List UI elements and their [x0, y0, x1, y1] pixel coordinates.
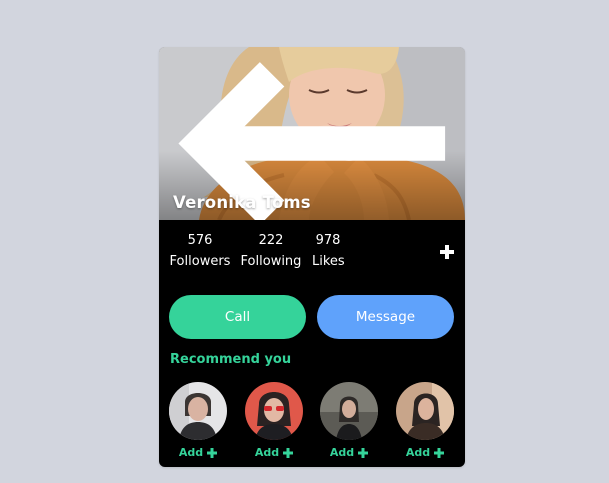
- add-label: Add: [178, 446, 204, 459]
- avatar[interactable]: [396, 382, 454, 440]
- profile-stats: 576 Followers 222 Following 978 Likes: [159, 233, 465, 277]
- add-button[interactable]: Add: [178, 446, 218, 459]
- recommendation-item: Add: [320, 382, 378, 460]
- avatar-image: [245, 382, 303, 440]
- plus-icon: [283, 447, 294, 458]
- avatar[interactable]: [169, 382, 227, 440]
- following-label: Following: [240, 254, 302, 269]
- avatar[interactable]: [245, 382, 303, 440]
- avatar-image: [396, 382, 454, 440]
- plus-icon: [358, 447, 369, 458]
- stat-likes[interactable]: 978 Likes: [312, 233, 345, 270]
- followers-count: 576: [187, 233, 213, 248]
- back-button[interactable]: [171, 57, 446, 220]
- profile-name: Veronika Toms: [173, 193, 311, 212]
- stat-followers[interactable]: 576 Followers: [169, 233, 231, 270]
- stat-following[interactable]: 222 Following: [240, 233, 302, 270]
- avatar[interactable]: [320, 382, 378, 440]
- followers-label: Followers: [169, 254, 231, 269]
- add-label: Add: [329, 446, 355, 459]
- add-button[interactable]: Add: [405, 446, 445, 459]
- likes-label: Likes: [312, 254, 345, 269]
- recommendation-item: Add: [169, 382, 227, 460]
- plus-icon: [207, 447, 218, 458]
- add-label: Add: [405, 446, 431, 459]
- following-count: 222: [258, 233, 284, 248]
- message-button[interactable]: Message: [317, 295, 454, 339]
- add-button[interactable]: Add: [329, 446, 369, 459]
- add-label: Add: [254, 446, 280, 459]
- avatar-image: [320, 382, 378, 440]
- call-button[interactable]: Call: [169, 295, 306, 339]
- recommendation-item: Add: [396, 382, 454, 460]
- follow-plus-button[interactable]: [440, 244, 454, 259]
- recommendation-list: Add Add Add Add: [159, 382, 465, 462]
- plus-icon: [434, 447, 445, 458]
- add-button[interactable]: Add: [254, 446, 294, 459]
- plus-icon: [440, 245, 454, 259]
- recommend-title: Recommend you: [170, 352, 292, 367]
- recommendation-item: Add: [245, 382, 303, 460]
- profile-card: Veronika Toms 576 Followers 222 Followin…: [159, 47, 465, 467]
- profile-cover-photo: Veronika Toms: [159, 47, 465, 220]
- likes-count: 978: [315, 233, 341, 248]
- avatar-image: [169, 382, 227, 440]
